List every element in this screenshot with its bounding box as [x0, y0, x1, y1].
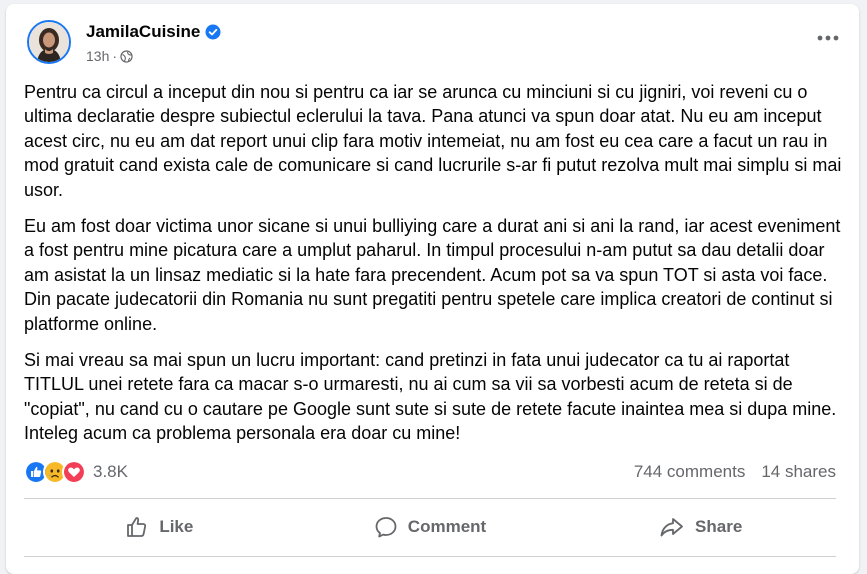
author-avatar[interactable]	[27, 20, 71, 64]
share-button[interactable]: Share	[565, 504, 836, 550]
thumbs-up-icon	[125, 515, 149, 539]
meta-separator: ·	[112, 48, 118, 64]
like-button[interactable]: Like	[24, 504, 295, 550]
love-icon	[62, 460, 86, 484]
verified-badge-icon	[205, 24, 221, 40]
reactions-summary: 3.8K 744 comments 14 shares	[24, 459, 836, 485]
engagement-counts: 744 comments 14 shares	[634, 462, 836, 482]
post-meta: 13h ·	[86, 48, 133, 64]
comment-label: Comment	[407, 517, 487, 536]
post-paragraph: Eu am fost doar victima unor sicane si u…	[24, 216, 841, 334]
post-actions: Like Comment Share	[24, 504, 836, 550]
more-options-button[interactable]	[810, 20, 846, 56]
avatar-image	[29, 22, 69, 62]
post-card: JamilaCuisine 13h · Pentru ca circul a i…	[6, 4, 859, 574]
globe-icon[interactable]	[120, 49, 133, 63]
shares-count-link[interactable]: 14 shares	[761, 462, 836, 482]
reactions-button[interactable]: 3.8K	[24, 460, 128, 484]
share-icon	[659, 515, 685, 539]
reaction-icons	[24, 460, 86, 484]
comment-icon	[374, 515, 398, 539]
author-row: JamilaCuisine	[86, 22, 221, 42]
comments-count-link[interactable]: 744 comments	[634, 462, 746, 482]
more-icon	[817, 35, 839, 41]
comment-button[interactable]: Comment	[295, 504, 566, 550]
post-timestamp[interactable]: 13h	[86, 48, 109, 64]
post-body: Pentru ca circul a inceput din nou si pe…	[24, 80, 844, 458]
share-label: Share	[695, 517, 743, 536]
divider	[24, 498, 836, 499]
divider	[24, 556, 836, 557]
post-header: JamilaCuisine 13h ·	[22, 18, 842, 74]
author-name[interactable]: JamilaCuisine	[86, 22, 200, 42]
post-paragraph: Si mai vreau sa mai spun un lucru import…	[24, 350, 837, 444]
reaction-count: 3.8K	[93, 462, 128, 481]
post-paragraph: Pentru ca circul a inceput din nou si pe…	[24, 82, 842, 200]
like-label: Like	[159, 517, 194, 536]
